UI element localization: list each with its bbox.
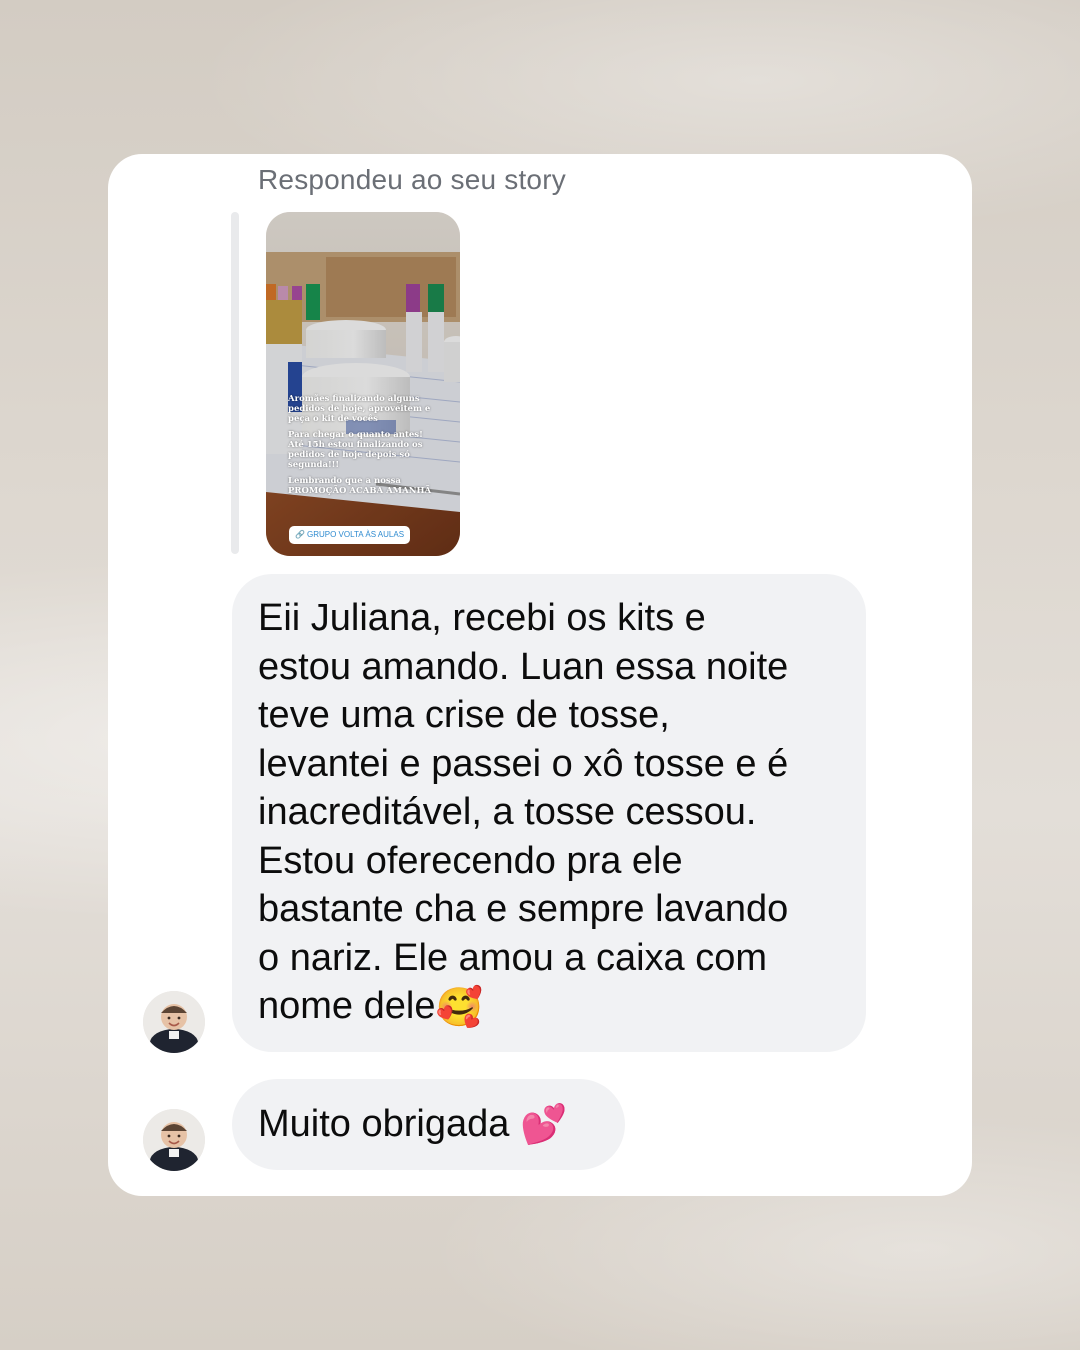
baby-avatar-icon <box>143 991 205 1053</box>
story-link-sticker[interactable]: 🔗 GRUPO VOLTA ÀS AULAS <box>289 526 411 544</box>
smiling-face-with-hearts-icon: 🥰 <box>435 986 483 1029</box>
two-hearts-icon: 💕 <box>519 1104 568 1147</box>
story-reply-caption: Respondeu ao seu story <box>258 164 566 195</box>
story-overlay-text: Aromães finalizando alguns pedidos de ho… <box>288 394 438 502</box>
story-thumbnail[interactable]: Aromães finalizando alguns pedidos de ho… <box>266 212 460 556</box>
story-link-label: GRUPO VOLTA ÀS AULAS <box>306 530 405 539</box>
sender-avatar[interactable] <box>143 991 205 1053</box>
story-photo <box>266 212 460 556</box>
message-text: Eii Juliana, recebi os kits e estou aman… <box>258 597 789 1027</box>
message-text: Muito obrigada <box>258 1103 520 1145</box>
message-bubble[interactable]: Muito obrigada 💕 <box>232 1079 625 1170</box>
baby-avatar-icon <box>143 1109 205 1171</box>
story-paragraph: Aromães finalizando alguns pedidos de ho… <box>288 394 431 424</box>
story-quote-bar <box>231 212 239 554</box>
story-paragraph: Para chegar o quanto antes! Até 15h esto… <box>288 430 423 470</box>
link-icon: 🔗 <box>295 530 305 539</box>
sender-avatar[interactable] <box>143 1109 205 1171</box>
story-paragraph: Lembrando que a nossa PROMOÇÃO ACABA AMA… <box>288 476 432 496</box>
message-bubble[interactable]: Eii Juliana, recebi os kits e estou aman… <box>232 574 866 1052</box>
dm-card: Respondeu ao seu story Aromães finalizan… <box>108 154 972 1196</box>
